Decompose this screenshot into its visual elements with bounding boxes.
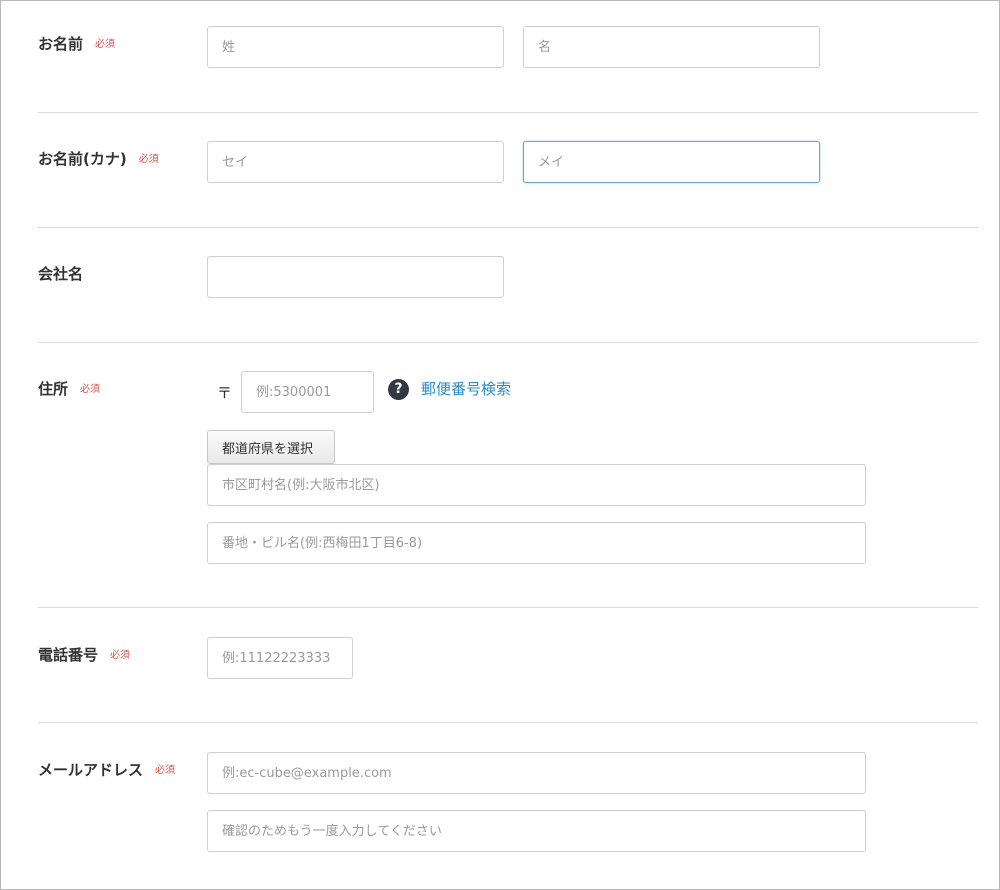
email-confirm-input[interactable] [207,810,866,852]
first-name-kana-input[interactable] [523,141,820,183]
postal-mark-icon: 〒 [217,384,233,402]
divider [38,342,978,343]
first-name-input[interactable] [523,26,820,68]
prefecture-select-button[interactable]: 都道府県を選択 [207,430,335,464]
company-label-text: 会社名 [38,265,84,283]
divider [38,112,978,113]
required-badge: 必須 [80,384,101,395]
kana-label-text: お名前(カナ) [38,150,127,168]
email-label-text: メールアドレス [38,761,144,779]
name-label-text: お名前 [38,35,84,53]
zip-search-link[interactable]: 郵便番号検索 [421,378,511,399]
last-name-kana-input[interactable] [207,141,504,183]
name-label: お名前 必須 [38,33,115,54]
address-label-text: 住所 [38,380,69,398]
kana-label: お名前(カナ) 必須 [38,148,159,169]
required-badge: 必須 [138,154,159,165]
address-label: 住所 必須 [38,378,100,399]
company-input[interactable] [207,256,504,298]
street-input[interactable] [207,522,866,564]
phone-input[interactable] [207,637,353,679]
email-label: メールアドレス 必須 [38,759,175,780]
phone-label: 電話番号 必須 [38,644,130,665]
city-input[interactable] [207,464,866,506]
company-label: 会社名 [38,263,83,284]
required-badge: 必須 [95,39,116,50]
divider [38,227,978,228]
help-icon[interactable]: ? [388,379,409,400]
divider [38,722,978,723]
divider [38,607,978,608]
email-input[interactable] [207,752,866,794]
required-badge: 必須 [110,650,131,661]
last-name-input[interactable] [207,26,504,68]
phone-label-text: 電話番号 [38,646,99,664]
zip-code-input[interactable] [241,371,374,413]
required-badge: 必須 [155,765,176,776]
